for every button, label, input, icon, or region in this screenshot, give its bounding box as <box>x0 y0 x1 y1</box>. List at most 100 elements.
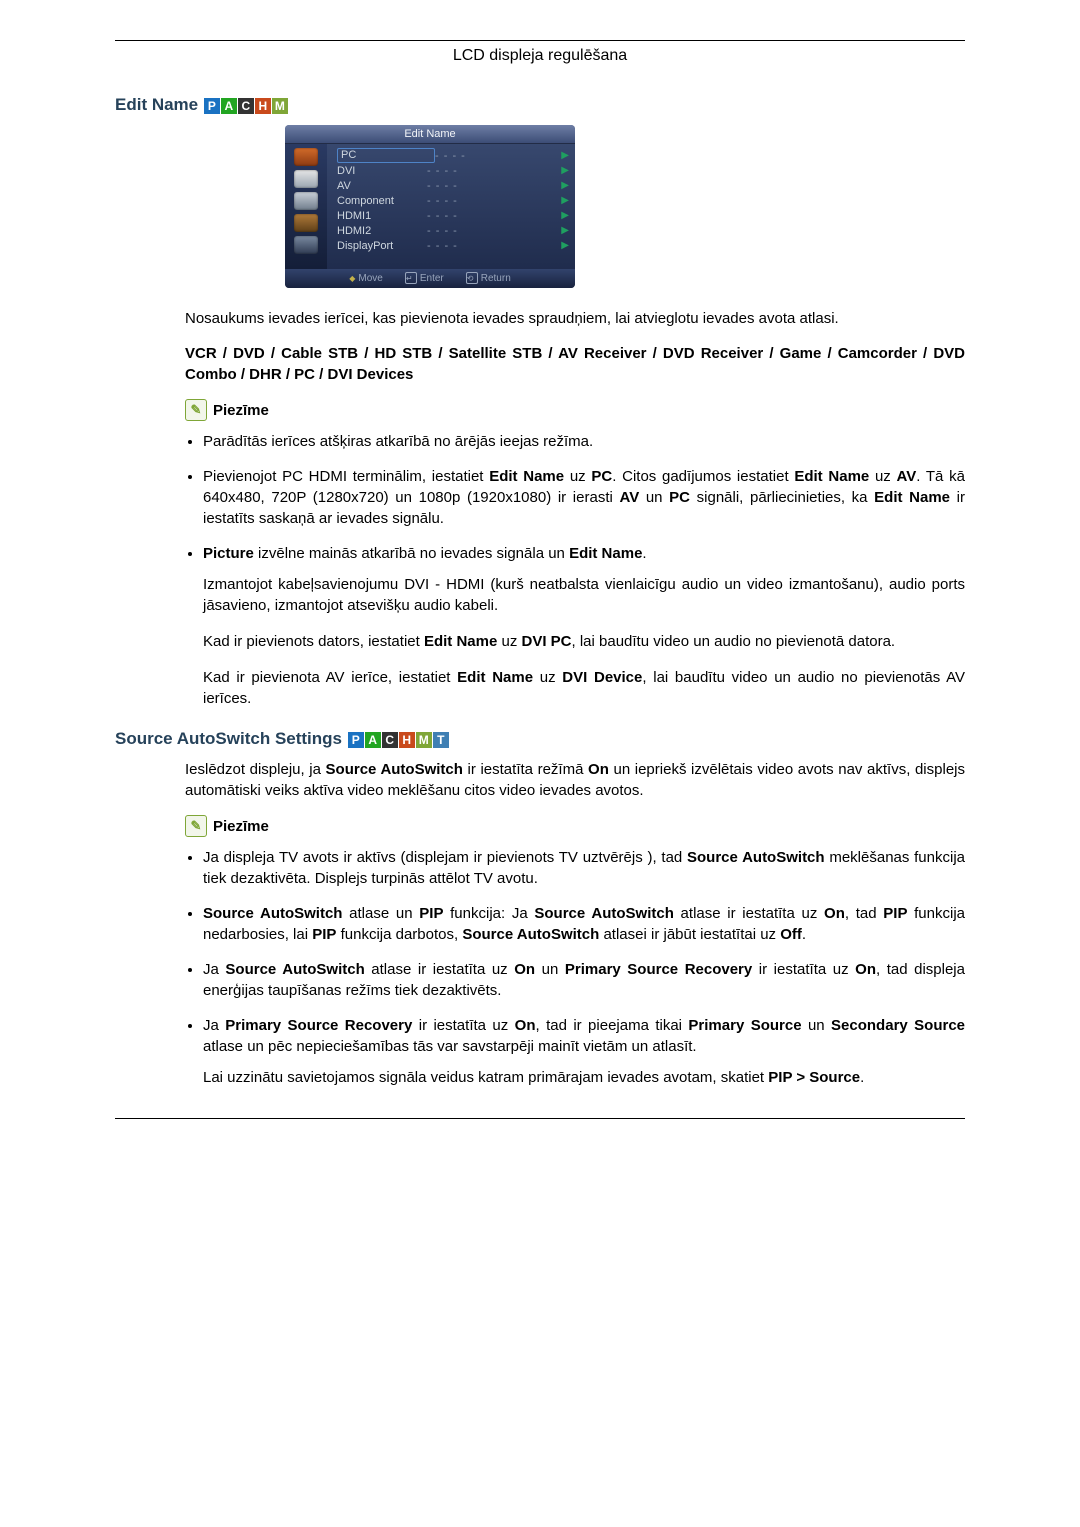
text: atlase un pēc nepieciešamības tās var sa… <box>203 1038 697 1055</box>
bold: Off <box>780 926 802 943</box>
text: Ja displeja TV avots ir aktīvs (displeja… <box>203 849 687 866</box>
bold: Source AutoSwitch <box>687 849 825 866</box>
osd-list: PC - - - - ▶ DVI - - - - ▶ AV - - - - ▶ … <box>327 144 575 269</box>
badge-p-icon: P <box>204 98 220 114</box>
heading-text: Source AutoSwitch Settings <box>115 729 342 748</box>
badge-c-icon: C <box>238 98 254 114</box>
page: LCD displeja regulēšana Edit Name PACHM … <box>95 40 985 1119</box>
bold: Secondary Source <box>831 1017 965 1034</box>
osd-row-value: - - - - <box>427 210 561 222</box>
sub-paragraph: Kad ir pievienots dators, iestatiet Edit… <box>203 631 965 652</box>
bold: DVI PC <box>522 633 572 650</box>
osd-icon-column <box>285 144 327 269</box>
intro-paragraph: Ieslēdzot displeju, ja Source AutoSwitch… <box>185 759 965 801</box>
text: Lai uzzinātu savietojamos signāla veidus… <box>203 1069 768 1086</box>
move-icon <box>349 274 355 283</box>
osd-row: HDMI1 - - - - ▶ <box>337 208 569 223</box>
bottom-rule <box>115 1118 965 1119</box>
text: , tad <box>845 905 883 922</box>
text: Pievienojot PC HDMI terminālim, iestatie… <box>203 468 489 485</box>
note-label: Piezīme <box>213 400 269 421</box>
bold: Edit Name <box>794 468 869 485</box>
section1-content: Nosaukums ievades ierīcei, kas pievienot… <box>185 308 965 709</box>
osd-row-label: AV <box>337 180 427 192</box>
osd-row: DVI - - - - ▶ <box>337 163 569 178</box>
bold: Source AutoSwitch <box>326 761 463 778</box>
badge-t-icon: T <box>433 732 449 748</box>
options-text: VCR / DVD / Cable STB / HD STB / Satelli… <box>185 345 965 383</box>
osd-row-label: HDMI1 <box>337 210 427 222</box>
bold: Source AutoSwitch <box>203 905 342 922</box>
text: atlase ir iestatīta uz <box>365 961 514 978</box>
badge-p-icon: P <box>348 732 364 748</box>
osd-body: PC - - - - ▶ DVI - - - - ▶ AV - - - - ▶ … <box>285 144 575 269</box>
text: , tad ir pieejama tikai <box>536 1017 689 1034</box>
osd-row-arrow-icon: ▶ <box>561 165 569 176</box>
options-paragraph: VCR / DVD / Cable STB / HD STB / Satelli… <box>185 343 965 385</box>
badge-a-icon: A <box>365 732 381 748</box>
osd-footer-move: Move <box>349 272 383 284</box>
bold: Picture <box>203 545 254 562</box>
text: , lai baudītu video un audio no pievieno… <box>572 633 896 650</box>
list-item: Parādītās ierīces atšķiras atkarībā no ā… <box>203 431 965 452</box>
osd-row-label: PC <box>337 148 435 163</box>
section-edit-name-heading: Edit Name PACHM <box>115 95 965 115</box>
badge-c-icon: C <box>382 732 398 748</box>
bold: On <box>515 1017 536 1034</box>
bold: Edit Name <box>457 669 533 686</box>
list-item: Ja Primary Source Recovery ir iestatīta … <box>203 1015 965 1088</box>
osd-row-arrow-icon: ▶ <box>561 210 569 221</box>
osd-row-value: - - - - <box>427 180 561 192</box>
osd-row-arrow-icon: ▶ <box>561 240 569 251</box>
text: . <box>642 545 646 562</box>
osd-footer-return: ⟲Return <box>466 272 511 284</box>
bold: PIP <box>883 905 907 922</box>
section2-content: Ieslēdzot displeju, ja Source AutoSwitch… <box>185 759 965 1088</box>
top-rule <box>115 40 965 41</box>
text: ir iestatīta uz <box>752 961 855 978</box>
text: . <box>802 926 806 943</box>
text: uz <box>533 669 562 686</box>
intro-paragraph: Nosaukums ievades ierīcei, kas pievienot… <box>185 308 965 329</box>
osd-side-icon <box>294 236 318 254</box>
osd-menu-figure: Edit Name PC - - - - ▶ DVI - - - - ▶ <box>285 125 575 288</box>
osd-row: AV - - - - ▶ <box>337 178 569 193</box>
list-item: Picture izvēlne mainās atkarībā no ievad… <box>203 543 965 709</box>
osd-row-value: - - - - <box>427 195 561 207</box>
text: ir iestatīta uz <box>412 1017 514 1034</box>
osd-row: PC - - - - ▶ <box>337 148 569 163</box>
bold: Edit Name <box>489 468 564 485</box>
bold: On <box>588 761 609 778</box>
badge-m-icon: M <box>416 732 432 748</box>
bold: PC <box>591 468 612 485</box>
bold: On <box>514 961 535 978</box>
text: atlase un <box>342 905 419 922</box>
text: Kad ir pievienota AV ierīce, iestatiet <box>203 669 457 686</box>
osd-side-icon <box>294 170 318 188</box>
badge-h-icon: H <box>255 98 271 114</box>
text: un <box>802 1017 832 1034</box>
sub-paragraph: Lai uzzinātu savietojamos signāla veidus… <box>203 1067 965 1088</box>
bold: AV <box>619 489 639 506</box>
bold: PIP <box>312 926 336 943</box>
text: ir iestatīta režīmā <box>463 761 588 778</box>
osd-footer-enter: ↵Enter <box>405 272 444 284</box>
bold: Primary Source <box>688 1017 801 1034</box>
bold: Edit Name <box>424 633 497 650</box>
text: signāli, pārliecinieties, ka <box>690 489 874 506</box>
heading-text: Edit Name <box>115 95 198 114</box>
osd-row-value: - - - - <box>427 225 561 237</box>
osd-row-arrow-icon: ▶ <box>561 225 569 236</box>
return-icon: ⟲ <box>466 272 478 284</box>
enter-icon: ↵ <box>405 272 417 284</box>
osd-row-value: - - - - <box>427 240 561 252</box>
list-item: Ja Source AutoSwitch atlase ir iestatīta… <box>203 959 965 1001</box>
bold: On <box>824 905 845 922</box>
list-item: Source AutoSwitch atlase un PIP funkcija… <box>203 903 965 945</box>
text: . Citos gadījumos iestatiet <box>612 468 794 485</box>
text: Ja <box>203 961 225 978</box>
osd-title: Edit Name <box>285 125 575 144</box>
sub-paragraph: Izmantojot kabeļsavienojumu DVI - HDMI (… <box>203 574 965 616</box>
osd-side-icon <box>294 214 318 232</box>
text: uz <box>497 633 521 650</box>
